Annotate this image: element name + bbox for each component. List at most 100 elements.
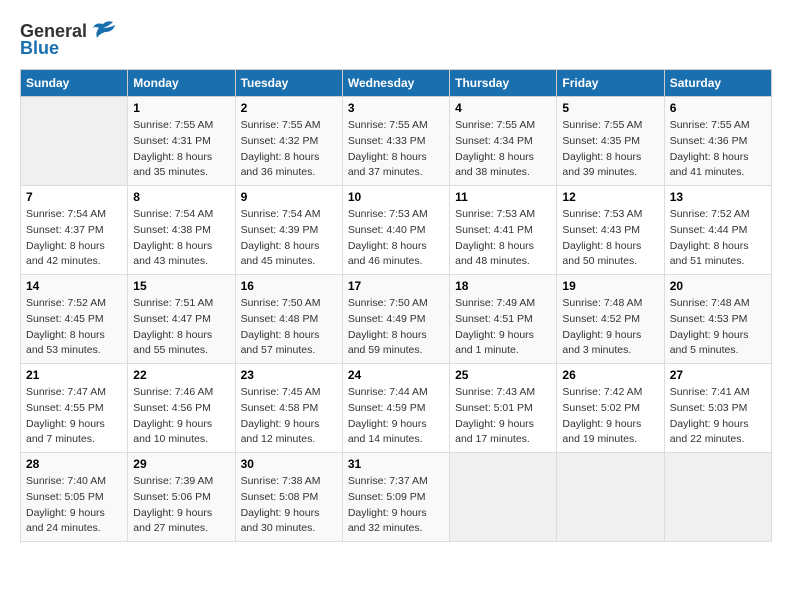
calendar-cell: 31 Sunrise: 7:37 AM Sunset: 5:09 PM Dayli…	[342, 453, 449, 542]
day-info: Sunrise: 7:50 AM Sunset: 4:49 PM Dayligh…	[348, 296, 444, 359]
calendar-cell: 24 Sunrise: 7:44 AM Sunset: 4:59 PM Dayli…	[342, 364, 449, 453]
day-info: Sunrise: 7:51 AM Sunset: 4:47 PM Dayligh…	[133, 296, 229, 359]
calendar-cell: 21 Sunrise: 7:47 AM Sunset: 4:55 PM Dayli…	[21, 364, 128, 453]
day-number: 24	[348, 368, 444, 382]
day-number: 8	[133, 190, 229, 204]
day-info: Sunrise: 7:55 AM Sunset: 4:32 PM Dayligh…	[241, 118, 337, 181]
calendar-cell: 13Sunrise: 7:52 AM Sunset: 4:44 PM Dayli…	[664, 186, 771, 275]
calendar-cell: 22 Sunrise: 7:46 AM Sunset: 4:56 PM Dayli…	[128, 364, 235, 453]
calendar-cell: 4 Sunrise: 7:55 AM Sunset: 4:34 PM Daylig…	[450, 97, 557, 186]
day-number: 19	[562, 279, 658, 293]
day-number: 18	[455, 279, 551, 293]
calendar-cell: 10 Sunrise: 7:53 AM Sunset: 4:40 PM Dayli…	[342, 186, 449, 275]
calendar-cell: 16 Sunrise: 7:50 AM Sunset: 4:48 PM Dayli…	[235, 275, 342, 364]
calendar-cell: 3 Sunrise: 7:55 AM Sunset: 4:33 PM Daylig…	[342, 97, 449, 186]
day-of-week-header: Tuesday	[235, 70, 342, 97]
day-number: 17	[348, 279, 444, 293]
day-number: 30	[241, 457, 337, 471]
day-info: Sunrise: 7:37 AM Sunset: 5:09 PM Dayligh…	[348, 474, 444, 537]
day-number: 1	[133, 101, 229, 115]
day-number: 16	[241, 279, 337, 293]
calendar-cell: 28Sunrise: 7:40 AM Sunset: 5:05 PM Dayli…	[21, 453, 128, 542]
day-info: Sunrise: 7:48 AM Sunset: 4:52 PM Dayligh…	[562, 296, 658, 359]
calendar-cell	[557, 453, 664, 542]
calendar-cell: 6 Sunrise: 7:55 AM Sunset: 4:36 PM Daylig…	[664, 97, 771, 186]
day-number: 9	[241, 190, 337, 204]
day-info: Sunrise: 7:38 AM Sunset: 5:08 PM Dayligh…	[241, 474, 337, 537]
day-number: 3	[348, 101, 444, 115]
day-info: Sunrise: 7:55 AM Sunset: 4:33 PM Dayligh…	[348, 118, 444, 181]
logo: General Blue	[20, 20, 117, 59]
day-info: Sunrise: 7:54 AM Sunset: 4:37 PM Dayligh…	[26, 207, 122, 270]
day-number: 11	[455, 190, 551, 204]
day-number: 2	[241, 101, 337, 115]
day-number: 21	[26, 368, 122, 382]
calendar-week-row: 21 Sunrise: 7:47 AM Sunset: 4:55 PM Dayli…	[21, 364, 772, 453]
calendar-cell: 19 Sunrise: 7:48 AM Sunset: 4:52 PM Dayli…	[557, 275, 664, 364]
day-number: 31	[348, 457, 444, 471]
day-info: Sunrise: 7:44 AM Sunset: 4:59 PM Dayligh…	[348, 385, 444, 448]
calendar-cell: 18 Sunrise: 7:49 AM Sunset: 4:51 PM Dayli…	[450, 275, 557, 364]
day-number: 29	[133, 457, 229, 471]
logo-bird-icon	[89, 20, 117, 42]
calendar-week-row: 28Sunrise: 7:40 AM Sunset: 5:05 PM Dayli…	[21, 453, 772, 542]
calendar-cell: 2 Sunrise: 7:55 AM Sunset: 4:32 PM Daylig…	[235, 97, 342, 186]
day-number: 25	[455, 368, 551, 382]
day-info: Sunrise: 7:53 AM Sunset: 4:41 PM Dayligh…	[455, 207, 551, 270]
day-info: Sunrise: 7:52 AM Sunset: 4:45 PM Dayligh…	[26, 296, 122, 359]
day-of-week-header: Thursday	[450, 70, 557, 97]
day-number: 23	[241, 368, 337, 382]
calendar-cell: 1Sunrise: 7:55 AM Sunset: 4:31 PM Daylig…	[128, 97, 235, 186]
day-info: Sunrise: 7:54 AM Sunset: 4:39 PM Dayligh…	[241, 207, 337, 270]
calendar-cell: 15Sunrise: 7:51 AM Sunset: 4:47 PM Dayli…	[128, 275, 235, 364]
day-number: 20	[670, 279, 766, 293]
day-number: 5	[562, 101, 658, 115]
calendar-cell: 7 Sunrise: 7:54 AM Sunset: 4:37 PM Daylig…	[21, 186, 128, 275]
calendar-week-row: 7 Sunrise: 7:54 AM Sunset: 4:37 PM Daylig…	[21, 186, 772, 275]
day-number: 10	[348, 190, 444, 204]
day-number: 12	[562, 190, 658, 204]
day-number: 7	[26, 190, 122, 204]
day-of-week-header: Sunday	[21, 70, 128, 97]
header-row: SundayMondayTuesdayWednesdayThursdayFrid…	[21, 70, 772, 97]
calendar-cell	[450, 453, 557, 542]
calendar-cell: 20 Sunrise: 7:48 AM Sunset: 4:53 PM Dayli…	[664, 275, 771, 364]
day-info: Sunrise: 7:53 AM Sunset: 4:40 PM Dayligh…	[348, 207, 444, 270]
day-info: Sunrise: 7:47 AM Sunset: 4:55 PM Dayligh…	[26, 385, 122, 448]
day-info: Sunrise: 7:55 AM Sunset: 4:34 PM Dayligh…	[455, 118, 551, 181]
calendar-cell	[664, 453, 771, 542]
day-info: Sunrise: 7:54 AM Sunset: 4:38 PM Dayligh…	[133, 207, 229, 270]
day-of-week-header: Wednesday	[342, 70, 449, 97]
calendar-cell: 12 Sunrise: 7:53 AM Sunset: 4:43 PM Dayli…	[557, 186, 664, 275]
day-info: Sunrise: 7:49 AM Sunset: 4:51 PM Dayligh…	[455, 296, 551, 359]
day-info: Sunrise: 7:48 AM Sunset: 4:53 PM Dayligh…	[670, 296, 766, 359]
day-number: 27	[670, 368, 766, 382]
day-number: 6	[670, 101, 766, 115]
calendar-cell: 26Sunrise: 7:42 AM Sunset: 5:02 PM Dayli…	[557, 364, 664, 453]
day-number: 4	[455, 101, 551, 115]
calendar-cell: 11 Sunrise: 7:53 AM Sunset: 4:41 PM Dayli…	[450, 186, 557, 275]
day-info: Sunrise: 7:55 AM Sunset: 4:35 PM Dayligh…	[562, 118, 658, 181]
day-info: Sunrise: 7:55 AM Sunset: 4:36 PM Dayligh…	[670, 118, 766, 181]
day-info: Sunrise: 7:52 AM Sunset: 4:44 PM Dayligh…	[670, 207, 766, 270]
day-number: 26	[562, 368, 658, 382]
calendar-cell: 29Sunrise: 7:39 AM Sunset: 5:06 PM Dayli…	[128, 453, 235, 542]
logo-blue: Blue	[20, 38, 59, 59]
day-number: 14	[26, 279, 122, 293]
day-info: Sunrise: 7:45 AM Sunset: 4:58 PM Dayligh…	[241, 385, 337, 448]
calendar-cell: 14 Sunrise: 7:52 AM Sunset: 4:45 PM Dayli…	[21, 275, 128, 364]
day-number: 28	[26, 457, 122, 471]
calendar-week-row: 1Sunrise: 7:55 AM Sunset: 4:31 PM Daylig…	[21, 97, 772, 186]
calendar-cell	[21, 97, 128, 186]
day-info: Sunrise: 7:53 AM Sunset: 4:43 PM Dayligh…	[562, 207, 658, 270]
calendar-cell: 23 Sunrise: 7:45 AM Sunset: 4:58 PM Dayli…	[235, 364, 342, 453]
calendar-cell: 5 Sunrise: 7:55 AM Sunset: 4:35 PM Daylig…	[557, 97, 664, 186]
day-of-week-header: Saturday	[664, 70, 771, 97]
day-number: 22	[133, 368, 229, 382]
day-info: Sunrise: 7:41 AM Sunset: 5:03 PM Dayligh…	[670, 385, 766, 448]
day-info: Sunrise: 7:50 AM Sunset: 4:48 PM Dayligh…	[241, 296, 337, 359]
day-info: Sunrise: 7:43 AM Sunset: 5:01 PM Dayligh…	[455, 385, 551, 448]
calendar-cell: 8 Sunrise: 7:54 AM Sunset: 4:38 PM Daylig…	[128, 186, 235, 275]
calendar-cell: 17 Sunrise: 7:50 AM Sunset: 4:49 PM Dayli…	[342, 275, 449, 364]
day-info: Sunrise: 7:46 AM Sunset: 4:56 PM Dayligh…	[133, 385, 229, 448]
